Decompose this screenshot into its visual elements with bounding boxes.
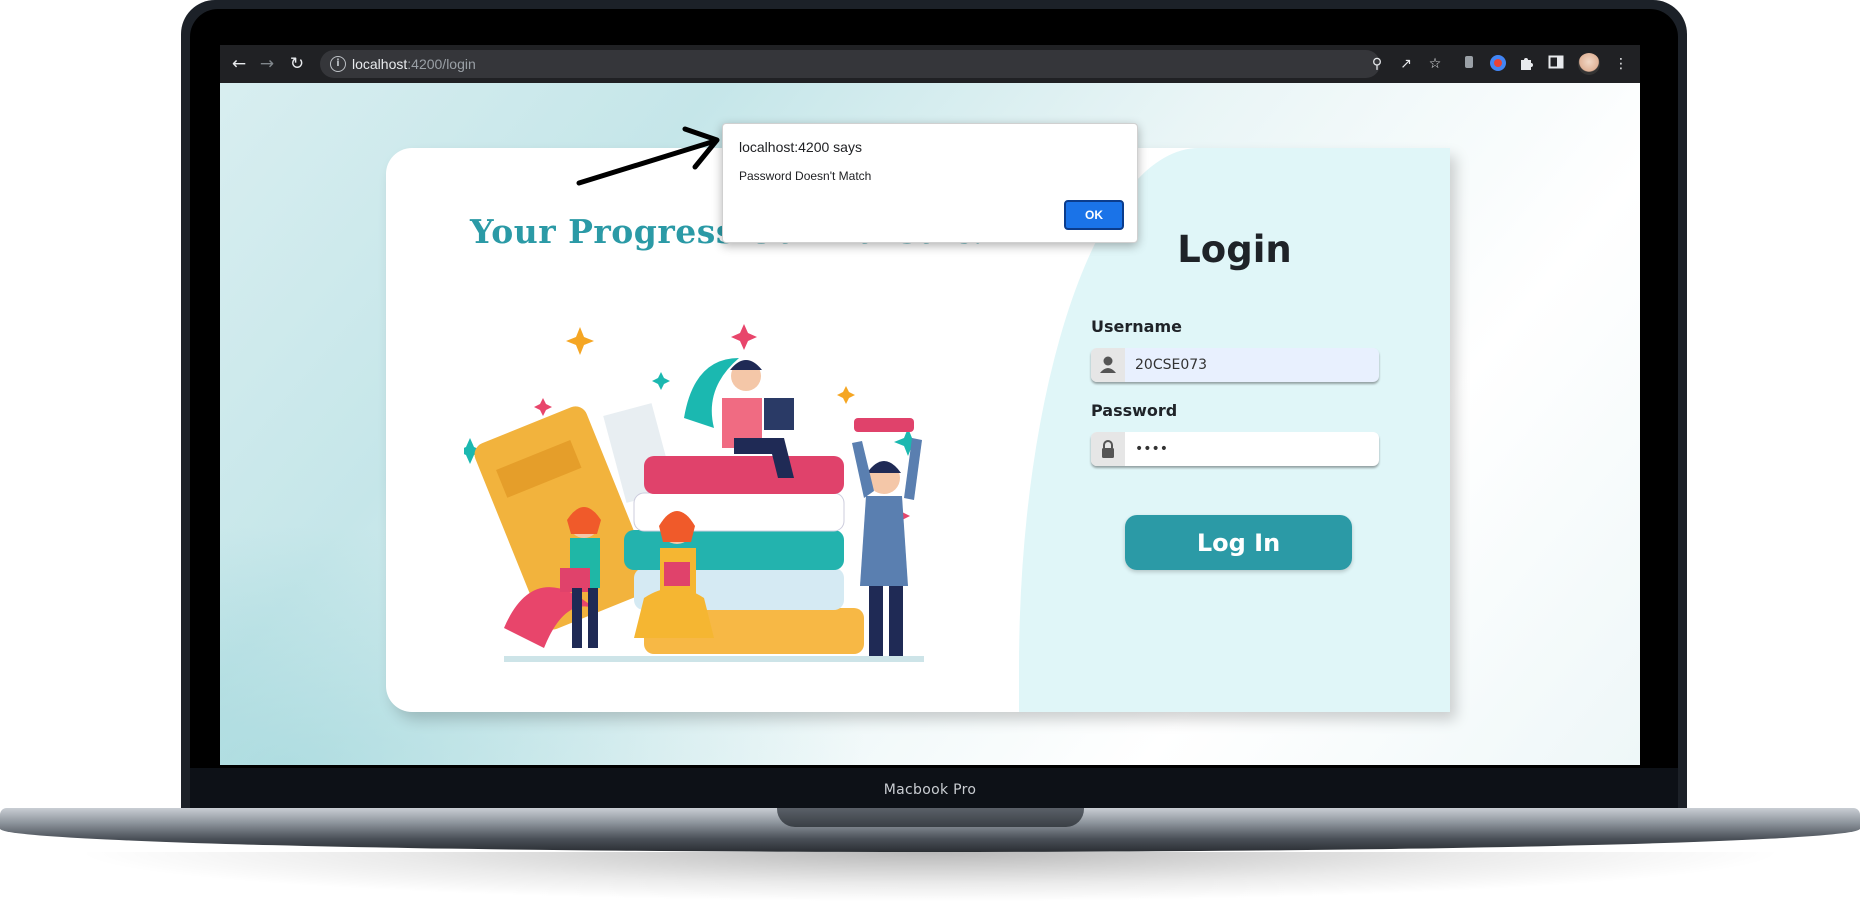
browser-toolbar: ← → ↻ i localhost:4200/login ⚲ ↗ ☆ ⋮ xyxy=(220,45,1640,83)
annotation-arrow-icon xyxy=(576,126,720,186)
password-field[interactable] xyxy=(1091,432,1379,466)
laptop-notch xyxy=(777,808,1084,827)
device-label: Macbook Pro xyxy=(883,782,977,798)
password-input[interactable] xyxy=(1125,432,1379,466)
alert-message: Password Doesn't Match xyxy=(739,169,872,183)
username-input[interactable] xyxy=(1125,348,1379,382)
login-button[interactable]: Log In xyxy=(1125,515,1352,570)
back-icon[interactable]: ← xyxy=(228,53,250,75)
password-label: Password xyxy=(1091,401,1178,420)
puzzle-icon[interactable] xyxy=(1517,54,1537,74)
url-path: :4200/login xyxy=(407,56,476,72)
alert-dialog: localhost:4200 says Password Doesn't Mat… xyxy=(722,123,1138,243)
lock-icon xyxy=(1091,432,1125,466)
kebab-menu-icon[interactable]: ⋮ xyxy=(1611,54,1631,74)
side-panel-icon[interactable] xyxy=(1546,54,1566,74)
alert-title: localhost:4200 says xyxy=(739,139,862,155)
username-field[interactable] xyxy=(1091,348,1379,382)
address-bar[interactable]: i localhost:4200/login xyxy=(320,50,1380,78)
reload-icon[interactable]: ↻ xyxy=(286,53,308,75)
students-books-illustration xyxy=(464,324,924,662)
alert-ok-button[interactable]: OK xyxy=(1064,200,1124,230)
info-icon[interactable]: i xyxy=(330,56,346,72)
forward-icon[interactable]: → xyxy=(256,53,278,75)
page-viewport: Your Progress Our Pursuit! xyxy=(220,83,1640,765)
url-host: localhost xyxy=(352,56,408,72)
share-icon[interactable]: ↗ xyxy=(1396,54,1416,74)
user-icon xyxy=(1091,348,1125,382)
laptop-shadow xyxy=(70,852,1790,902)
star-icon[interactable]: ☆ xyxy=(1425,54,1445,74)
key-icon[interactable]: ⚲ xyxy=(1367,54,1387,74)
url-text: localhost:4200/login xyxy=(352,56,476,72)
avatar[interactable] xyxy=(1578,53,1600,75)
username-label: Username xyxy=(1091,317,1182,336)
screen: ← → ↻ i localhost:4200/login ⚲ ↗ ☆ ⋮ You… xyxy=(220,45,1640,765)
extension-icon[interactable] xyxy=(1459,54,1479,74)
profile-extension-icon[interactable] xyxy=(1488,54,1508,74)
